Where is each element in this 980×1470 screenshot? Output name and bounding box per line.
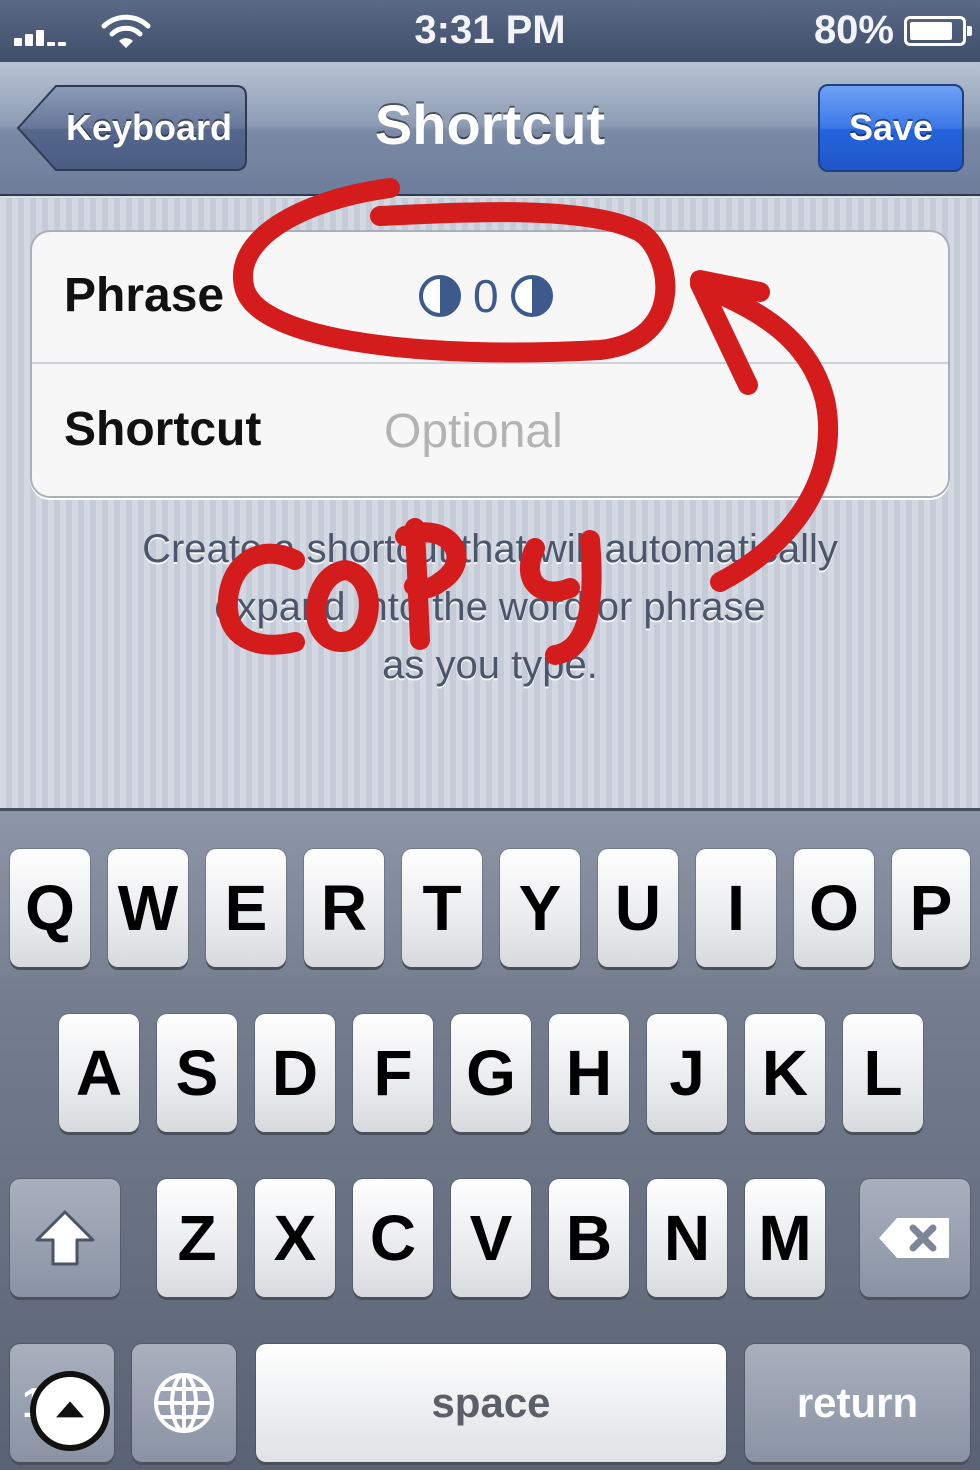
- shortcut-input[interactable]: Optional: [384, 366, 563, 498]
- keyboard: Q W E R T Y U I O P A S D F G H J K L Z …: [0, 808, 980, 1470]
- key-y[interactable]: Y: [500, 849, 580, 967]
- key-e[interactable]: E: [206, 849, 286, 967]
- key-k[interactable]: K: [745, 1014, 825, 1132]
- footer-line: as you type.: [382, 643, 598, 687]
- page-title: Shortcut: [374, 93, 606, 156]
- key-d[interactable]: D: [255, 1014, 335, 1132]
- key-h[interactable]: H: [549, 1014, 629, 1132]
- footer-help-text: Create a shortcut that will automaticall…: [60, 520, 920, 694]
- shift-key[interactable]: [10, 1179, 120, 1297]
- shortcut-label: Shortcut: [64, 403, 262, 456]
- half-circle-icon: [419, 275, 461, 317]
- battery-icon: [904, 16, 972, 46]
- key-m[interactable]: M: [745, 1179, 825, 1297]
- space-key[interactable]: space: [256, 1344, 726, 1462]
- key-x[interactable]: X: [255, 1179, 335, 1297]
- shortcut-form-group: Phrase 0 Shortcut Optional: [30, 230, 950, 498]
- phrase-value-text: 0: [473, 270, 499, 322]
- phrase-label: Phrase: [64, 269, 225, 322]
- return-key[interactable]: return: [745, 1344, 970, 1462]
- key-g[interactable]: G: [451, 1014, 531, 1132]
- phrase-row[interactable]: Phrase 0: [32, 232, 948, 364]
- key-l[interactable]: L: [843, 1014, 923, 1132]
- key-v[interactable]: V: [451, 1179, 531, 1297]
- save-button[interactable]: Save: [818, 84, 964, 172]
- key-w[interactable]: W: [108, 849, 188, 967]
- key-b[interactable]: B: [549, 1179, 629, 1297]
- key-s[interactable]: S: [157, 1014, 237, 1132]
- key-u[interactable]: U: [598, 849, 678, 967]
- content-area: Phrase 0 Shortcut Optional Create a shor…: [0, 198, 980, 808]
- key-n[interactable]: N: [647, 1179, 727, 1297]
- key-o[interactable]: O: [794, 849, 874, 967]
- key-r[interactable]: R: [304, 849, 384, 967]
- key-p[interactable]: P: [892, 849, 970, 967]
- assistive-touch-icon[interactable]: [30, 1371, 110, 1451]
- back-button-label: Keyboard: [65, 107, 233, 148]
- key-i[interactable]: I: [696, 849, 776, 967]
- navigation-bar: Keyboard Shortcut Save: [0, 62, 980, 196]
- delete-icon: [879, 1218, 949, 1258]
- key-q[interactable]: Q: [10, 849, 90, 967]
- status-bar: 3:31 PM 80%: [0, 0, 980, 62]
- battery-percent: 80%: [813, 8, 894, 52]
- phrase-field[interactable]: 0: [417, 232, 555, 360]
- footer-line: Create a shortcut that will automaticall…: [142, 527, 838, 571]
- shortcut-row[interactable]: Shortcut Optional: [32, 366, 948, 498]
- key-t[interactable]: T: [402, 849, 482, 967]
- footer-line: expand into the word or phrase: [214, 585, 766, 629]
- globe-key[interactable]: [132, 1344, 236, 1462]
- key-z[interactable]: Z: [157, 1179, 237, 1297]
- key-a[interactable]: A: [59, 1014, 139, 1132]
- half-circle-icon: [510, 275, 553, 317]
- back-button[interactable]: Keyboard: [16, 84, 248, 172]
- delete-key[interactable]: [860, 1179, 970, 1297]
- key-c[interactable]: C: [353, 1179, 433, 1297]
- globe-icon: [154, 1373, 214, 1433]
- key-f[interactable]: F: [353, 1014, 433, 1132]
- shift-icon: [35, 1210, 95, 1266]
- key-j[interactable]: J: [647, 1014, 727, 1132]
